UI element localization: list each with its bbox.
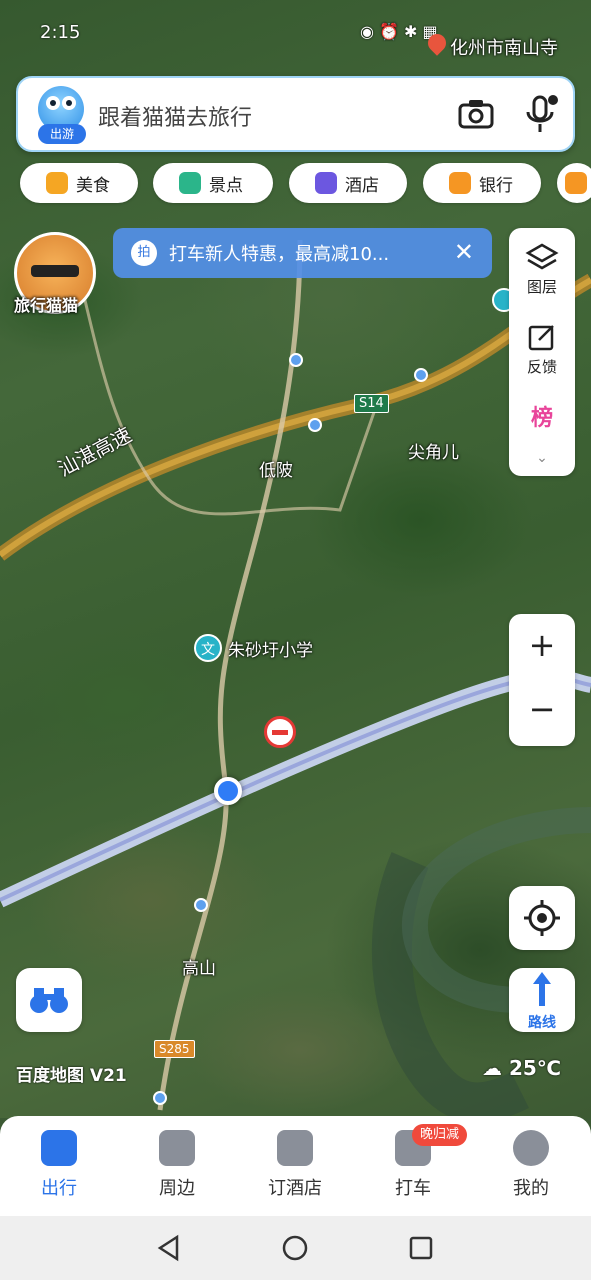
hotel-icon bbox=[315, 172, 337, 194]
weather-temp: 25℃ bbox=[508, 1056, 562, 1080]
weather-badge[interactable]: ☁ 25℃ bbox=[482, 1056, 561, 1080]
tab-me[interactable]: 我的 bbox=[472, 1130, 590, 1200]
search-bar[interactable]: 出游 跟着猫猫去旅行 bbox=[16, 76, 575, 152]
mascot-tag: 出游 bbox=[38, 124, 86, 144]
scenic-icon bbox=[179, 172, 201, 194]
current-location-marker bbox=[214, 777, 242, 805]
tab-travel[interactable]: 出行 bbox=[0, 1130, 118, 1200]
camera-icon[interactable] bbox=[458, 98, 494, 130]
food-icon bbox=[46, 172, 68, 194]
microphone-icon[interactable] bbox=[523, 94, 559, 134]
layers-icon bbox=[525, 243, 559, 270]
status-bar: 2:15 ◉ ⏰ ✱ ▦ bbox=[0, 0, 591, 70]
chip-more[interactable] bbox=[557, 163, 591, 203]
chip-label: 银行 bbox=[479, 175, 513, 196]
travel-cat-label[interactable]: 旅行猫猫 bbox=[14, 292, 78, 316]
chip-label: 酒店 bbox=[345, 175, 379, 196]
profile-icon bbox=[513, 1130, 549, 1166]
chip-bank[interactable]: 银行 bbox=[423, 163, 541, 203]
route-sign-s285: S285 bbox=[154, 1040, 195, 1058]
locate-button[interactable] bbox=[509, 886, 575, 950]
status-time: 2:15 bbox=[40, 22, 81, 43]
route-button[interactable]: 路线 bbox=[509, 968, 575, 1032]
zoom-out-button[interactable]: − bbox=[509, 690, 575, 728]
tab-label: 订酒店 bbox=[268, 1178, 322, 1199]
chip-hotel[interactable]: 酒店 bbox=[289, 163, 407, 203]
travel-icon bbox=[41, 1130, 77, 1166]
status-icons: ◉ ⏰ ✱ ▦ bbox=[360, 22, 438, 41]
category-chips: 美食 景点 酒店 银行 bbox=[18, 163, 591, 205]
place-dipo[interactable]: 低陂 bbox=[259, 456, 293, 481]
more-category-icon bbox=[565, 172, 587, 194]
chevron-down-icon[interactable]: ⌄ bbox=[509, 450, 575, 466]
feedback-icon bbox=[528, 325, 554, 351]
system-nav-bar bbox=[0, 1216, 591, 1280]
cloud-icon: ☁ bbox=[482, 1056, 502, 1080]
poi-school[interactable]: 朱砂圩小学 bbox=[228, 636, 313, 661]
map-tools-panel: 图层 反馈 榜 ⌄ bbox=[509, 228, 575, 476]
hotel-booking-icon bbox=[277, 1130, 313, 1166]
taxi-promo-text: 打车新人特惠，最高减10... bbox=[169, 244, 390, 265]
taxi-badge: 晚归减 bbox=[412, 1124, 468, 1146]
tab-label: 我的 bbox=[513, 1178, 549, 1199]
layers-label: 图层 bbox=[526, 278, 557, 296]
chip-food[interactable]: 美食 bbox=[20, 163, 138, 203]
no-entry-icon[interactable] bbox=[264, 716, 296, 748]
ranking-button[interactable]: 榜 bbox=[509, 400, 575, 432]
explore-button[interactable] bbox=[16, 968, 82, 1032]
chip-scenic[interactable]: 景点 bbox=[153, 163, 273, 203]
tab-label: 出行 bbox=[41, 1178, 77, 1199]
taxi-promo-icon: 拍 bbox=[131, 240, 157, 266]
tab-hotel[interactable]: 订酒店 bbox=[236, 1130, 354, 1200]
locate-icon bbox=[524, 900, 560, 936]
binoculars-icon bbox=[30, 988, 68, 1013]
chip-label: 景点 bbox=[209, 175, 243, 196]
feedback-button[interactable]: 反馈 bbox=[509, 322, 575, 377]
back-icon[interactable] bbox=[155, 1234, 183, 1262]
bottom-tab-bar: 出行 周边 订酒店 打车 我的 bbox=[0, 1116, 591, 1216]
zoom-in-button[interactable]: + bbox=[509, 626, 575, 664]
home-icon[interactable] bbox=[281, 1234, 309, 1262]
route-sign-s14: S14 bbox=[354, 394, 389, 413]
zoom-control: + − bbox=[509, 614, 575, 746]
school-icon[interactable]: 文 bbox=[194, 634, 222, 662]
place-gaoshan[interactable]: 高山 bbox=[182, 954, 216, 979]
tab-label: 周边 bbox=[159, 1178, 195, 1199]
tab-nearby[interactable]: 周边 bbox=[118, 1130, 236, 1200]
route-arrow-icon bbox=[533, 972, 551, 1006]
search-input[interactable]: 跟着猫猫去旅行 bbox=[98, 100, 252, 132]
bank-icon bbox=[449, 172, 471, 194]
map-watermark: 百度地图 V21 bbox=[16, 1066, 127, 1086]
layers-button[interactable]: 图层 bbox=[509, 242, 575, 297]
tab-label: 打车 bbox=[395, 1178, 431, 1199]
route-label: 路线 bbox=[528, 1015, 556, 1031]
nearby-icon bbox=[159, 1130, 195, 1166]
recents-icon[interactable] bbox=[407, 1234, 435, 1262]
taxi-promo-banner[interactable]: 拍 打车新人特惠，最高减10... ✕ bbox=[113, 228, 492, 278]
close-icon[interactable]: ✕ bbox=[454, 238, 474, 266]
chip-label: 美食 bbox=[76, 175, 110, 196]
place-jianjiaor[interactable]: 尖角儿 bbox=[408, 438, 459, 463]
feedback-label: 反馈 bbox=[526, 358, 557, 376]
